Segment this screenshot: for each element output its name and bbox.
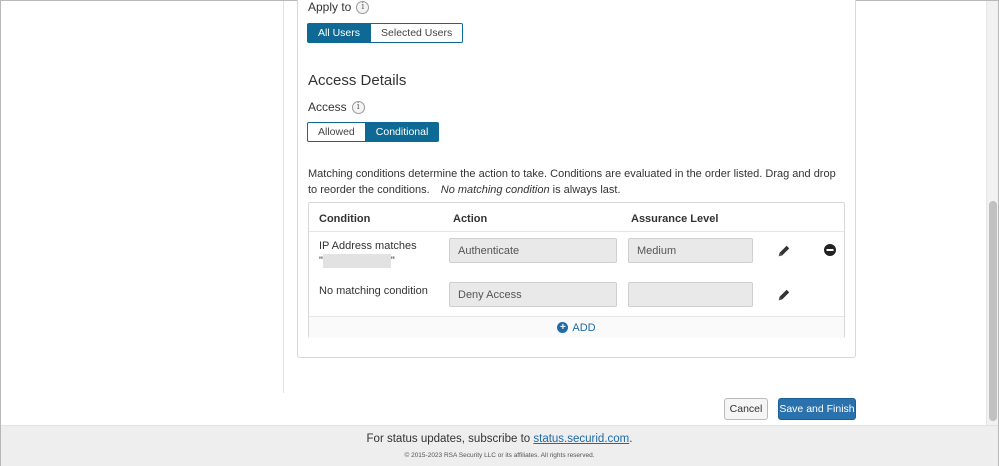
assurance-field[interactable]: Medium	[628, 238, 753, 263]
copyright: © 2015-2023 RSA Security LLC or its affi…	[404, 452, 595, 459]
assurance-field[interactable]	[628, 282, 753, 307]
conditions-table: Condition Action Assurance Level IP Addr…	[308, 202, 845, 338]
condition-cell[interactable]: IP Address matches " "	[319, 239, 417, 269]
redacted-ip	[322, 254, 391, 269]
header-assurance-level: Assurance Level	[631, 213, 719, 225]
left-nav-panel	[1, 1, 284, 393]
header-condition: Condition	[319, 213, 371, 225]
quote-close: "	[390, 255, 395, 267]
access-label-group: Access i	[308, 100, 365, 114]
apply-to-label-group: Apply to i	[308, 0, 370, 14]
info-icon[interactable]: i	[351, 100, 365, 114]
status-updates-text: For status updates, subscribe to status.…	[1, 433, 998, 445]
status-suffix: .	[629, 433, 633, 445]
pencil-icon[interactable]	[777, 288, 791, 302]
footer: For status updates, subscribe to status.…	[1, 425, 998, 466]
conditions-description: Matching conditions determine the action…	[308, 166, 838, 198]
add-condition-button[interactable]: + ADD	[309, 316, 844, 338]
allowed-button[interactable]: Allowed	[307, 122, 366, 142]
remove-condition-icon[interactable]	[824, 244, 836, 256]
page-scrollbar[interactable]	[986, 1, 998, 425]
save-and-finish-button[interactable]: Save and Finish	[778, 398, 856, 420]
info-icon[interactable]: i	[356, 0, 370, 14]
access-toggle: Allowed Conditional	[307, 122, 440, 142]
all-users-button[interactable]: All Users	[307, 23, 372, 43]
selected-users-button[interactable]: Selected Users	[371, 23, 464, 43]
cancel-button[interactable]: Cancel	[724, 398, 768, 420]
status-link[interactable]: status.securid.com	[533, 433, 629, 445]
description-suffix: is always last.	[552, 184, 621, 196]
access-label: Access	[308, 100, 347, 114]
header-divider	[309, 231, 844, 232]
scrollbar-thumb[interactable]	[989, 201, 997, 421]
header-action: Action	[453, 213, 488, 225]
condition-cell: No matching condition	[319, 285, 428, 297]
apply-to-label: Apply to	[308, 0, 352, 14]
status-prefix: For status updates, subscribe to	[366, 433, 531, 445]
condition-text: IP Address matches	[319, 240, 417, 252]
action-field[interactable]: Authenticate	[449, 238, 617, 263]
condition-value: " "	[319, 254, 417, 269]
description-emphasis: No matching condition	[440, 184, 550, 196]
action-field[interactable]: Deny Access	[449, 282, 617, 307]
add-label: ADD	[572, 321, 596, 334]
pencil-icon[interactable]	[777, 244, 791, 258]
access-details-title: Access Details	[308, 72, 407, 89]
apply-to-toggle: All Users Selected Users	[307, 23, 464, 43]
plus-icon: +	[557, 322, 569, 333]
conditional-button[interactable]: Conditional	[365, 122, 440, 142]
